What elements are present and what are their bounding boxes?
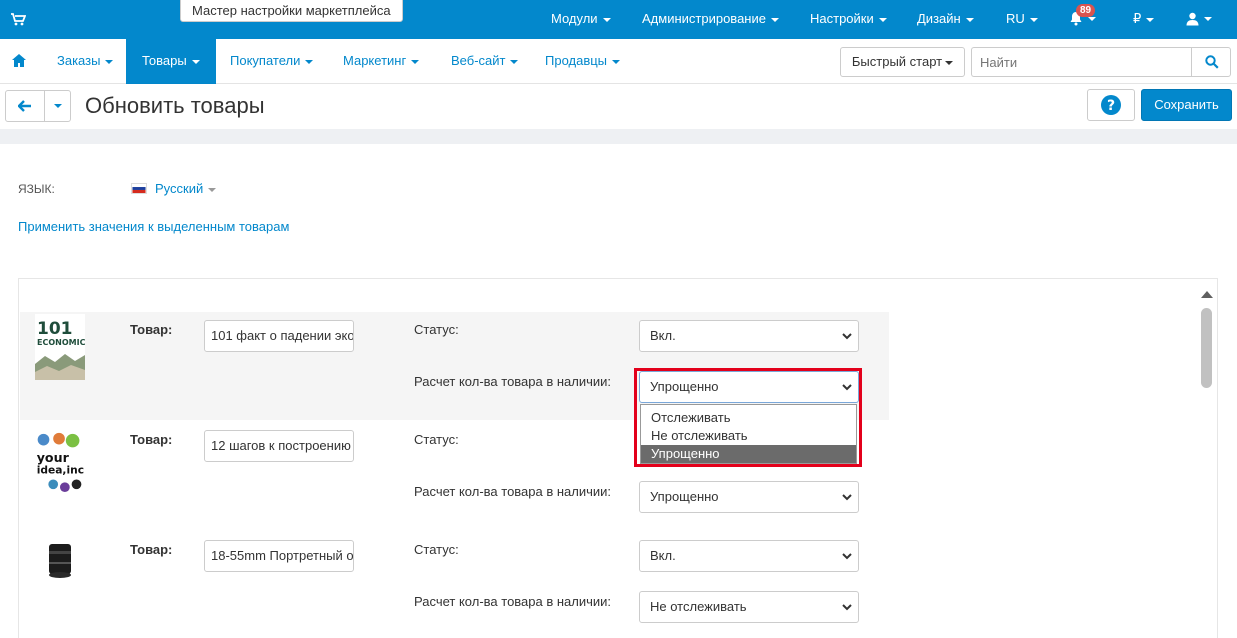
status-label: Статус: — [414, 542, 459, 557]
save-button[interactable]: Сохранить — [1141, 89, 1232, 121]
caret-down-icon — [878, 17, 887, 22]
search-input[interactable] — [971, 47, 1192, 77]
svg-text:?: ? — [1107, 98, 1115, 114]
chevron-down-icon — [842, 604, 852, 611]
caret-down-icon — [945, 60, 954, 65]
search-icon — [1205, 55, 1219, 69]
product-thumbnail[interactable]: 101 ECONOMICS — [35, 314, 85, 380]
product-label: Товар: — [130, 542, 173, 557]
nav-vendors[interactable]: Продавцы — [545, 39, 621, 84]
caret-down-icon — [305, 59, 314, 64]
scrollbar-thumb[interactable] — [1201, 308, 1212, 388]
marketplace-wizard-button[interactable]: Мастер настройки маркетплейса — [180, 0, 403, 22]
separator-band — [0, 129, 1237, 144]
caret-down-icon — [54, 104, 62, 108]
user-menu[interactable] — [1186, 10, 1212, 26]
question-circle-icon: ? — [1101, 95, 1121, 115]
caret-down-icon — [105, 59, 114, 64]
product-name-input[interactable]: 18-55mm Портретный объектив — [204, 540, 354, 572]
product-thumbnail[interactable] — [35, 538, 85, 582]
page-title: Обновить товары — [85, 93, 265, 118]
caret-down-icon — [612, 59, 621, 64]
arrow-left-icon — [18, 100, 31, 112]
caret-down-icon — [208, 187, 217, 192]
inventory-select[interactable]: Не отслеживать — [639, 591, 859, 623]
caret-down-icon — [602, 17, 611, 22]
caret-down-icon — [1146, 17, 1155, 22]
title-bar: Обновить товары ? Сохранить — [0, 84, 1237, 129]
caret-down-icon — [1029, 17, 1038, 22]
nav-customers[interactable]: Покупатели — [230, 39, 314, 84]
nav-website[interactable]: Веб-сайт — [451, 39, 519, 84]
quick-start-button[interactable]: Быстрый старт — [840, 47, 965, 77]
chevron-down-icon — [842, 494, 852, 501]
help-button[interactable]: ? — [1087, 89, 1135, 121]
inventory-select[interactable]: Упрощенно — [639, 481, 859, 513]
back-button[interactable] — [5, 90, 45, 122]
nav-products[interactable]: Товары — [126, 39, 216, 84]
caret-down-icon — [191, 59, 200, 64]
chevron-down-icon — [842, 553, 852, 560]
inventory-label: Расчет кол-ва товара в наличии: — [414, 594, 612, 609]
svg-text:ECONOMICS: ECONOMICS — [37, 338, 85, 347]
status-select[interactable]: Вкл. — [639, 540, 859, 572]
russian-flag-icon — [131, 183, 147, 194]
caret-down-icon — [770, 17, 779, 22]
user-icon — [1186, 12, 1199, 26]
back-dropdown-button[interactable] — [44, 90, 71, 122]
home-icon[interactable] — [12, 54, 26, 67]
main-navbar: Заказы Товары Покупатели Маркетинг Веб-с… — [0, 39, 1237, 84]
nav-marketing[interactable]: Маркетинг — [343, 39, 420, 84]
cart-icon[interactable] — [10, 11, 26, 27]
menu-administration[interactable]: Администрирование — [642, 11, 779, 26]
apply-values-link[interactable]: Применить значения к выделенным товарам — [18, 219, 289, 234]
product-thumbnail[interactable]: your idea,inc. — [35, 428, 85, 494]
language-selector[interactable]: Русский — [155, 181, 217, 196]
menu-language[interactable]: RU — [1006, 11, 1038, 26]
status-select[interactable]: Вкл. — [639, 320, 859, 352]
status-label: Статус: — [414, 322, 459, 337]
product-label: Товар: — [130, 432, 173, 447]
caret-down-icon — [1204, 16, 1212, 21]
svg-text:idea,inc.: idea,inc. — [37, 464, 85, 477]
caret-down-icon — [411, 59, 420, 64]
inventory-label: Расчет кол-ва товара в наличии: — [414, 484, 612, 499]
nav-orders[interactable]: Заказы — [57, 39, 114, 84]
caret-down-icon — [965, 17, 974, 22]
chevron-down-icon — [842, 333, 852, 340]
search-button[interactable] — [1191, 47, 1231, 77]
menu-modules[interactable]: Модули — [551, 11, 611, 26]
menu-design[interactable]: Дизайн — [917, 11, 974, 26]
inventory-label: Расчет кол-ва товара в наличии: — [414, 374, 612, 389]
notification-badge: 89 — [1076, 4, 1096, 17]
menu-settings[interactable]: Настройки — [810, 11, 887, 26]
language-label: ЯЗЫК: — [18, 182, 55, 196]
menu-currency[interactable]: ₽ — [1133, 11, 1155, 27]
top-bar: Мастер настройки маркетплейса Модули Адм… — [0, 0, 1237, 39]
caret-down-icon — [1088, 16, 1096, 21]
status-label: Статус: — [414, 432, 459, 447]
product-name-input[interactable]: 101 факт о падении экономики — [204, 320, 354, 352]
product-name-input[interactable]: 12 шагов к построению бизнеса — [204, 430, 354, 462]
product-label: Товар: — [130, 322, 173, 337]
scroll-up-arrow-icon[interactable] — [1201, 291, 1213, 298]
annotation-highlight-box — [634, 368, 862, 467]
caret-down-icon — [510, 59, 519, 64]
svg-text:101: 101 — [37, 319, 73, 339]
